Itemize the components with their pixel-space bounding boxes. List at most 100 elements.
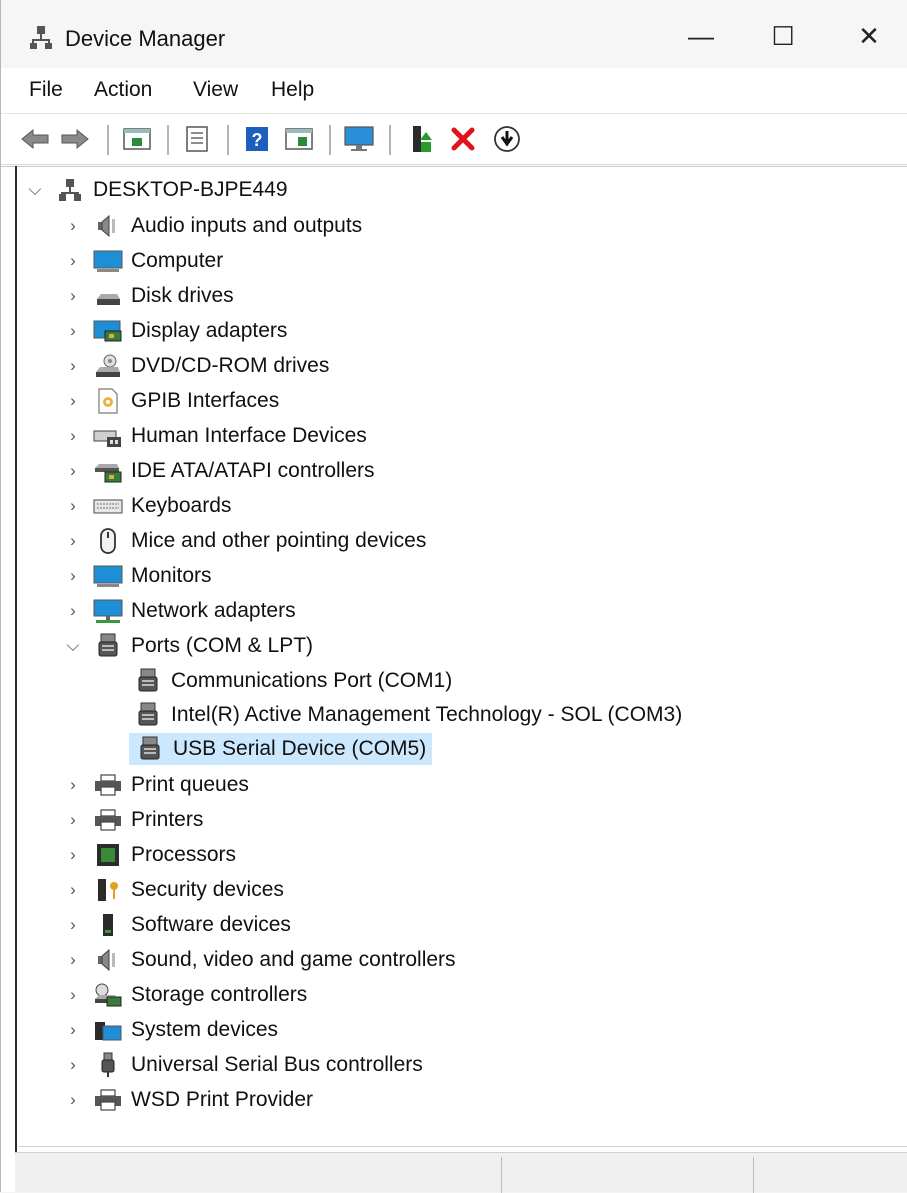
uninstall-device-button[interactable] xyxy=(447,123,479,155)
chevron-right-icon[interactable]: › xyxy=(63,950,83,970)
toolbar: ? xyxy=(1,115,907,165)
forward-button[interactable] xyxy=(59,123,91,155)
network-icon xyxy=(93,596,123,626)
action-pane-icon xyxy=(285,128,313,150)
printer-icon xyxy=(93,770,123,800)
menu-file[interactable]: File xyxy=(29,78,63,102)
chevron-right-icon[interactable]: › xyxy=(63,356,83,376)
menu-help[interactable]: Help xyxy=(271,78,314,102)
tree-item-processors[interactable]: › Processors xyxy=(63,838,236,872)
tree-item-label: IDE ATA/ATAPI controllers xyxy=(131,459,375,482)
computer-network-icon xyxy=(55,175,85,205)
menu-bar: File Action View Help xyxy=(1,70,907,114)
tree-item-disk-drives[interactable]: › Disk drives xyxy=(63,279,234,313)
chevron-right-icon[interactable]: › xyxy=(63,810,83,830)
chevron-right-icon[interactable]: › xyxy=(63,1055,83,1075)
tree-item-storage-controllers[interactable]: › Storage controllers xyxy=(63,978,307,1012)
scan-for-hardware-changes-button[interactable] xyxy=(491,123,523,155)
chevron-right-icon[interactable]: › xyxy=(63,461,83,481)
show-hide-tree-icon xyxy=(123,128,151,150)
device-manager-app-icon xyxy=(29,24,53,50)
tree-item-label: System devices xyxy=(131,1018,279,1041)
security-icon xyxy=(93,875,123,905)
title-bar[interactable]: Device Manager — ☐ ✕ xyxy=(1,0,907,68)
tree-item-label: USB Serial Device (COM5) xyxy=(173,737,427,760)
tree-child-com1[interactable]: Communications Port (COM1) xyxy=(133,664,452,698)
chevron-right-icon[interactable]: › xyxy=(63,1090,83,1110)
minimize-button[interactable]: — xyxy=(669,12,733,60)
properties-button[interactable] xyxy=(181,123,213,155)
back-button[interactable] xyxy=(19,123,51,155)
maximize-button[interactable]: ☐ xyxy=(751,12,815,60)
uninstall-icon xyxy=(451,127,475,151)
tree-item-label: Disk drives xyxy=(131,284,234,307)
software-device-icon xyxy=(93,910,123,940)
action-pane-button[interactable] xyxy=(283,123,315,155)
menu-action[interactable]: Action xyxy=(94,78,152,102)
update-driver-button[interactable] xyxy=(405,123,437,155)
maximize-icon: ☐ xyxy=(771,20,795,51)
tree-item-print-queues[interactable]: › Print queues xyxy=(63,768,249,802)
chevron-right-icon[interactable]: › xyxy=(63,1020,83,1040)
keyboard-icon xyxy=(93,491,123,521)
chevron-right-icon[interactable]: › xyxy=(63,216,83,236)
tree-item-usb-controllers[interactable]: › Universal Serial Bus controllers xyxy=(63,1048,423,1082)
tree-item-software-devices[interactable]: › Software devices xyxy=(63,908,291,942)
tree-child-com5[interactable]: USB Serial Device (COM5) xyxy=(129,732,433,766)
tree-item-monitors[interactable]: › Monitors xyxy=(63,559,212,593)
tree-item-ports[interactable]: ⌵ Ports (COM & LPT) xyxy=(63,629,313,663)
tree-item-label: Ports (COM & LPT) xyxy=(131,634,314,657)
chevron-right-icon[interactable]: › xyxy=(63,845,83,865)
chevron-right-icon[interactable]: › xyxy=(63,880,83,900)
show-hide-console-tree-button[interactable] xyxy=(121,123,153,155)
chevron-right-icon[interactable]: › xyxy=(63,286,83,306)
tree-item-display-adapters[interactable]: › Display adapters xyxy=(63,314,287,348)
tree-item-keyboards[interactable]: › Keyboards xyxy=(63,489,231,523)
tree-item-audio-inputs[interactable]: › Audio inputs and outputs xyxy=(63,209,362,243)
tree-item-network-adapters[interactable]: › Network adapters xyxy=(63,594,296,628)
chevron-right-icon[interactable]: › xyxy=(63,601,83,621)
toolbar-separator xyxy=(329,125,331,155)
tree-item-gpib-interfaces[interactable]: › GPIB Interfaces xyxy=(63,384,279,418)
device-tree: ⌵ DESKTOP-BJPE449 › Audio inputs and out… xyxy=(1,166,907,1146)
chevron-right-icon[interactable]: › xyxy=(63,566,83,586)
chevron-right-icon[interactable]: › xyxy=(63,985,83,1005)
monitor-button[interactable] xyxy=(343,123,375,155)
tree-item-label: Print queues xyxy=(131,773,249,796)
chevron-right-icon[interactable]: › xyxy=(63,251,83,271)
tree-item-sound-video[interactable]: › Sound, video and game controllers xyxy=(63,943,456,977)
tree-item-label: DVD/CD-ROM drives xyxy=(131,354,330,377)
chevron-right-icon[interactable]: › xyxy=(63,426,83,446)
close-button[interactable]: ✕ xyxy=(837,12,901,60)
speaker-icon xyxy=(93,211,123,241)
dvd-icon xyxy=(93,351,123,381)
speaker-icon xyxy=(93,945,123,975)
port-icon xyxy=(133,700,163,730)
tree-item-wsd-print-provider[interactable]: › WSD Print Provider xyxy=(63,1083,313,1117)
port-icon xyxy=(93,631,123,661)
help-icon: ? xyxy=(246,127,268,151)
menu-view[interactable]: View xyxy=(193,78,238,102)
display-adapter-icon xyxy=(93,316,123,346)
chevron-right-icon[interactable]: › xyxy=(63,321,83,341)
tree-item-printers[interactable]: › Printers xyxy=(63,803,203,837)
chevron-down-icon[interactable]: ⌵ xyxy=(63,636,83,656)
tree-item-dvd-drives[interactable]: › DVD/CD-ROM drives xyxy=(63,349,329,383)
chevron-right-icon[interactable]: › xyxy=(63,496,83,516)
chevron-down-icon[interactable]: ⌵ xyxy=(25,180,45,200)
chevron-right-icon[interactable]: › xyxy=(63,915,83,935)
chevron-right-icon[interactable]: › xyxy=(63,531,83,551)
tree-item-ide-controllers[interactable]: › IDE ATA/ATAPI controllers xyxy=(63,454,375,488)
printer-icon xyxy=(93,1085,123,1115)
tree-item-system-devices[interactable]: › System devices xyxy=(63,1013,278,1047)
chevron-right-icon[interactable]: › xyxy=(63,391,83,411)
tree-item-computer[interactable]: › Computer xyxy=(63,244,223,278)
tree-item-human-interface-devices[interactable]: › Human Interface Devices xyxy=(63,419,367,453)
tree-child-com3[interactable]: Intel(R) Active Management Technology - … xyxy=(133,698,682,732)
tree-item-mice[interactable]: › Mice and other pointing devices xyxy=(63,524,426,558)
tree-root[interactable]: ⌵ DESKTOP-BJPE449 xyxy=(25,173,288,207)
tree-item-security-devices[interactable]: › Security devices xyxy=(63,873,284,907)
chevron-right-icon[interactable]: › xyxy=(63,775,83,795)
computer-icon xyxy=(93,246,123,276)
help-button[interactable]: ? xyxy=(241,123,273,155)
